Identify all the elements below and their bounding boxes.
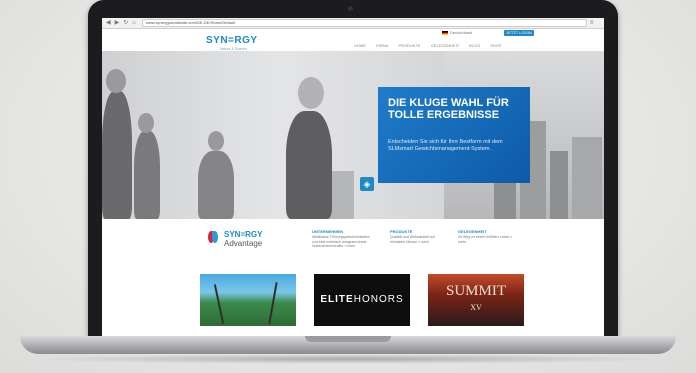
elite-label: ELITE: [320, 294, 354, 305]
address-bar[interactable]: www.synergyworldwide.com/DE-DE/Home/Defa…: [141, 19, 587, 27]
honors-label: HONORS: [353, 294, 404, 305]
menu-icon[interactable]: ≡: [590, 20, 594, 26]
column-title: UNTERNEHMEN: [312, 229, 344, 234]
laptop-screen: ◀ ▶ ↻ ⌂ www.synergyworldwide.com/DE-DE/H…: [102, 18, 604, 336]
tile-summit[interactable]: SUMMIT XV: [428, 274, 524, 326]
browser-toolbar: ◀ ▶ ↻ ⌂ www.synergyworldwide.com/DE-DE/H…: [102, 18, 604, 29]
hero-promo-box[interactable]: DIE KLUGE WAHL FÜR TOLLE ERGEBNISSE Ents…: [378, 87, 530, 183]
summit-label: SUMMIT: [445, 283, 506, 299]
language-label: Deutschland: [450, 30, 473, 35]
hero-text: Entscheiden Sie sich für Ihre Bestform m…: [388, 139, 503, 152]
column-text[interactable]: Qualität und Wirksamkeit auf höchstem Ni…: [390, 235, 450, 244]
column-produkte: PRODUKTE Qualität und Wirksamkeit auf hö…: [390, 229, 450, 244]
nav-shop[interactable]: SHOP: [490, 43, 501, 48]
laptop-base: [20, 336, 676, 354]
main-nav: HOME FIRMA PRODUKTE GELEGENHEIT BLOG SHO…: [354, 43, 502, 48]
nav-produkte[interactable]: PRODUKTE: [398, 43, 420, 48]
column-title: PRODUKTE: [390, 229, 413, 234]
laptop-notch: [305, 336, 391, 342]
column-title: GELEGENHEIT: [458, 229, 487, 234]
site-header: SYN=RGY Nature & Science Deutschland JET…: [102, 29, 604, 51]
synergy-advantage-logo-icon: [208, 231, 218, 245]
german-flag-icon: [442, 30, 448, 35]
slmsmart-icon[interactable]: ◈: [360, 177, 374, 191]
laptop-lid: ◀ ▶ ↻ ⌂ www.synergyworldwide.com/DE-DE/H…: [88, 0, 618, 336]
tile-elite-honors[interactable]: ELITEHONORS: [314, 274, 410, 326]
nav-home[interactable]: HOME: [354, 43, 366, 48]
home-icon[interactable]: ⌂: [132, 18, 136, 28]
language-selector[interactable]: Deutschland: [442, 30, 472, 35]
reload-icon[interactable]: ↻: [123, 18, 128, 28]
tile-tropical-image[interactable]: [200, 274, 296, 326]
login-button[interactable]: JETZT LOGIN: [504, 30, 534, 36]
hero-headline: DIE KLUGE WAHL FÜR TOLLE ERGEBNISSE: [388, 97, 509, 121]
camera-icon: [348, 6, 353, 11]
nav-firma[interactable]: FIRMA: [376, 43, 388, 48]
nav-gelegenheit[interactable]: GELEGENHEIT: [431, 43, 459, 48]
laptop-shadow: [30, 354, 666, 364]
column-unternehmen: UNTERNEHMEN Weltklasse Führungspersönlic…: [312, 229, 372, 249]
column-gelegenheit: GELEGENHEIT Ihr Weg zu einem erfüllten L…: [458, 229, 518, 244]
forward-icon[interactable]: ▶: [115, 18, 120, 28]
summit-number: XV: [470, 303, 482, 312]
info-section: SYN=RGY Advantage UNTERNEHMEN Weltklasse…: [102, 219, 604, 274]
advantage-brand: SYN=RGY: [224, 230, 263, 239]
column-text[interactable]: Weltklasse Führungspersönlichkeiten und …: [312, 235, 372, 249]
advantage-label: Advantage: [224, 239, 263, 248]
hero-banner: DIE KLUGE WAHL FÜR TOLLE ERGEBNISSE Ents…: [102, 51, 604, 219]
site-logo[interactable]: SYN=RGY: [206, 35, 258, 46]
nav-blog[interactable]: BLOG: [469, 43, 480, 48]
back-icon[interactable]: ◀: [106, 18, 111, 28]
column-text[interactable]: Ihr Weg zu einem erfüllten Leben » mehr: [458, 235, 518, 244]
